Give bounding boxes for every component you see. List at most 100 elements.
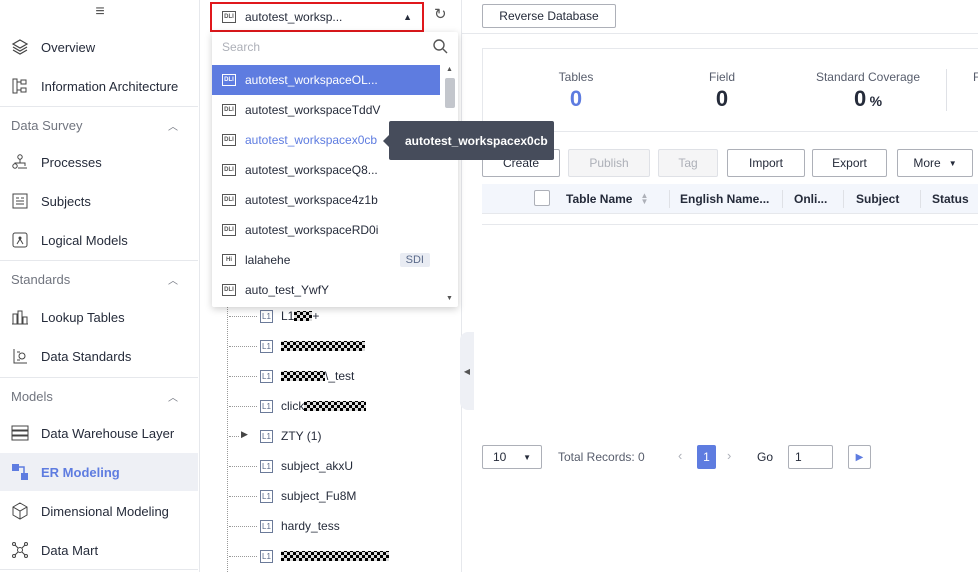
stat-divider [946, 69, 947, 111]
page-size-select[interactable]: 10 ▼ [482, 445, 542, 469]
nav-group-data-survey[interactable]: Data Survey ︿ [0, 106, 198, 144]
option-label: autotest_workspace4z1b [245, 193, 378, 207]
nav-label: Subjects [41, 193, 91, 209]
sort-icon[interactable]: ▲ ▼ [640, 192, 648, 206]
col-status[interactable]: Status [932, 184, 969, 214]
layer-l1-icon: L1 [260, 549, 273, 563]
menu-toggle-icon[interactable]: ≡ [0, 0, 200, 24]
import-button[interactable]: Import [727, 149, 805, 177]
tree-node-label: subject_akxU [281, 459, 354, 473]
nav-item-logical-models[interactable]: Logical Models [0, 221, 198, 259]
tree-node-suffix: + [312, 309, 320, 323]
tag-button[interactable]: Tag [658, 149, 718, 177]
workspace-select[interactable]: DLI autotest_worksp... ▲ [210, 2, 424, 32]
page-size-value: 10 [493, 450, 507, 464]
nav-group-standards[interactable]: Standards ︿ [0, 260, 198, 298]
nav-group-label: Standards [11, 272, 71, 287]
tables-label: Tables [558, 70, 594, 84]
option-label: lalahehe [245, 253, 291, 267]
dropdown-option[interactable]: Hi lalahehe SDI [212, 245, 440, 275]
tree-connector [229, 316, 257, 317]
workspace-select-value: autotest_worksp... [245, 10, 343, 24]
nav-label: Processes [41, 154, 102, 170]
next-page-icon[interactable]: › [727, 448, 731, 463]
go-page-input[interactable]: 1 [788, 445, 833, 469]
coverage-value: 0 [853, 86, 867, 111]
scroll-down-icon[interactable]: ▼ [446, 295, 453, 302]
tree-node[interactable]: L1 hardy_tess [260, 516, 340, 536]
coverage-unit: % [869, 93, 883, 109]
dropdown-scrollbar[interactable]: ▲ ▼ [442, 66, 455, 302]
col-subject[interactable]: Subject [856, 184, 899, 214]
dli-icon: DLI [222, 194, 236, 206]
tree-node[interactable]: L1 click [260, 396, 367, 416]
page-1-button[interactable]: 1 [697, 445, 716, 469]
nav-label: Data Warehouse Layer [41, 425, 175, 441]
tree-node[interactable]: L1 L1 + [260, 306, 319, 326]
tree-node[interactable]: L1 [260, 546, 389, 566]
export-button[interactable]: Export [812, 149, 887, 177]
prev-page-icon[interactable]: ‹ [678, 448, 682, 463]
more-button[interactable]: More ▼ [897, 149, 973, 177]
nav-item-er-modeling[interactable]: ER Modeling [0, 453, 198, 491]
nav-divider [0, 569, 198, 570]
layers-icon [10, 37, 30, 57]
tree-node[interactable]: L1 ZTY (1) [260, 426, 321, 446]
scroll-thumb[interactable] [445, 78, 455, 108]
nav-item-data-warehouse-layer[interactable]: Data Warehouse Layer [0, 414, 198, 452]
nav-item-information-architecture[interactable]: Information Architecture [0, 67, 198, 105]
option-label: auto_test_YwfY [245, 283, 330, 297]
nav-group-models[interactable]: Models ︿ [0, 377, 198, 415]
option-label: autotest_workspaceQ8... [245, 163, 378, 177]
tree-node[interactable]: L1 subject_Fu8M [260, 486, 356, 506]
refresh-icon[interactable]: ↻ [434, 5, 447, 23]
dropdown-option[interactable]: DLI auto_test_YwfY [212, 275, 440, 305]
tables-value[interactable]: 0 [543, 86, 609, 112]
workspace-dropdown: Search DLI autotest_workspaceOL... DLI a… [212, 32, 458, 307]
col-online[interactable]: Onli... [794, 184, 827, 214]
option-label: autotest_workspacex0cb [245, 133, 378, 147]
col-divider [920, 190, 921, 208]
col-label: Table Name [566, 192, 633, 206]
nav-item-overview[interactable]: Overview [0, 28, 198, 66]
nav-item-processes[interactable]: Processes [0, 143, 198, 181]
dropdown-option[interactable]: DLI autotest_workspaceOL... [212, 65, 440, 95]
data-standard-icon [10, 346, 30, 366]
nav-item-lookup-tables[interactable]: Lookup Tables [0, 298, 198, 336]
dropdown-option[interactable]: DLI autotest_workspace4z1b [212, 185, 440, 215]
caret-down-icon: ▼ [948, 158, 957, 168]
option-label: autotest_workspaceTddV [245, 103, 381, 117]
field-value: 0 [715, 86, 729, 111]
lookup-table-icon [10, 307, 30, 327]
caret-right-icon[interactable]: ▶ [241, 429, 248, 440]
col-english-name[interactable]: English Name... [680, 184, 769, 214]
tree-node[interactable]: L1 subject_akxU [260, 456, 353, 476]
tree-connector [229, 526, 257, 527]
redacted-text [304, 401, 367, 411]
dli-icon: DLI [222, 284, 236, 296]
nav-item-data-standards[interactable]: Data Standards [0, 337, 198, 375]
nav-label: Information Architecture [41, 78, 179, 94]
caret-up-icon: ▲ [403, 12, 412, 22]
select-all-checkbox[interactable] [534, 190, 550, 206]
nav-item-subjects[interactable]: Subjects [0, 182, 198, 220]
nav-item-data-mart[interactable]: Data Mart [0, 531, 198, 569]
col-table-name[interactable]: Table Name ▲ ▼ [566, 184, 648, 214]
go-page-button[interactable]: ▶ [848, 445, 871, 469]
dropdown-option[interactable]: DLI autotest_workspaceRD0i [212, 215, 440, 245]
field-label: Field [708, 70, 735, 84]
architecture-icon [10, 76, 30, 96]
cut-off-stat-label: F [973, 70, 978, 84]
coverage-value-group: 0 % [803, 86, 933, 112]
tree-node[interactable]: L1 \_test [260, 366, 354, 386]
dropdown-search-input[interactable]: Search [212, 32, 458, 62]
nav-label: Overview [41, 39, 96, 55]
tree-node[interactable]: L1 [260, 336, 365, 356]
nav-item-dimensional-modeling[interactable]: Dimensional Modeling [0, 492, 198, 530]
dli-icon: DLI [222, 104, 236, 116]
nav-group-label: Data Survey [11, 118, 83, 133]
scroll-up-icon[interactable]: ▲ [446, 66, 453, 73]
layer-l1-icon: L1 [260, 489, 273, 503]
publish-button[interactable]: Publish [568, 149, 650, 177]
reverse-database-button[interactable]: Reverse Database [482, 4, 616, 28]
